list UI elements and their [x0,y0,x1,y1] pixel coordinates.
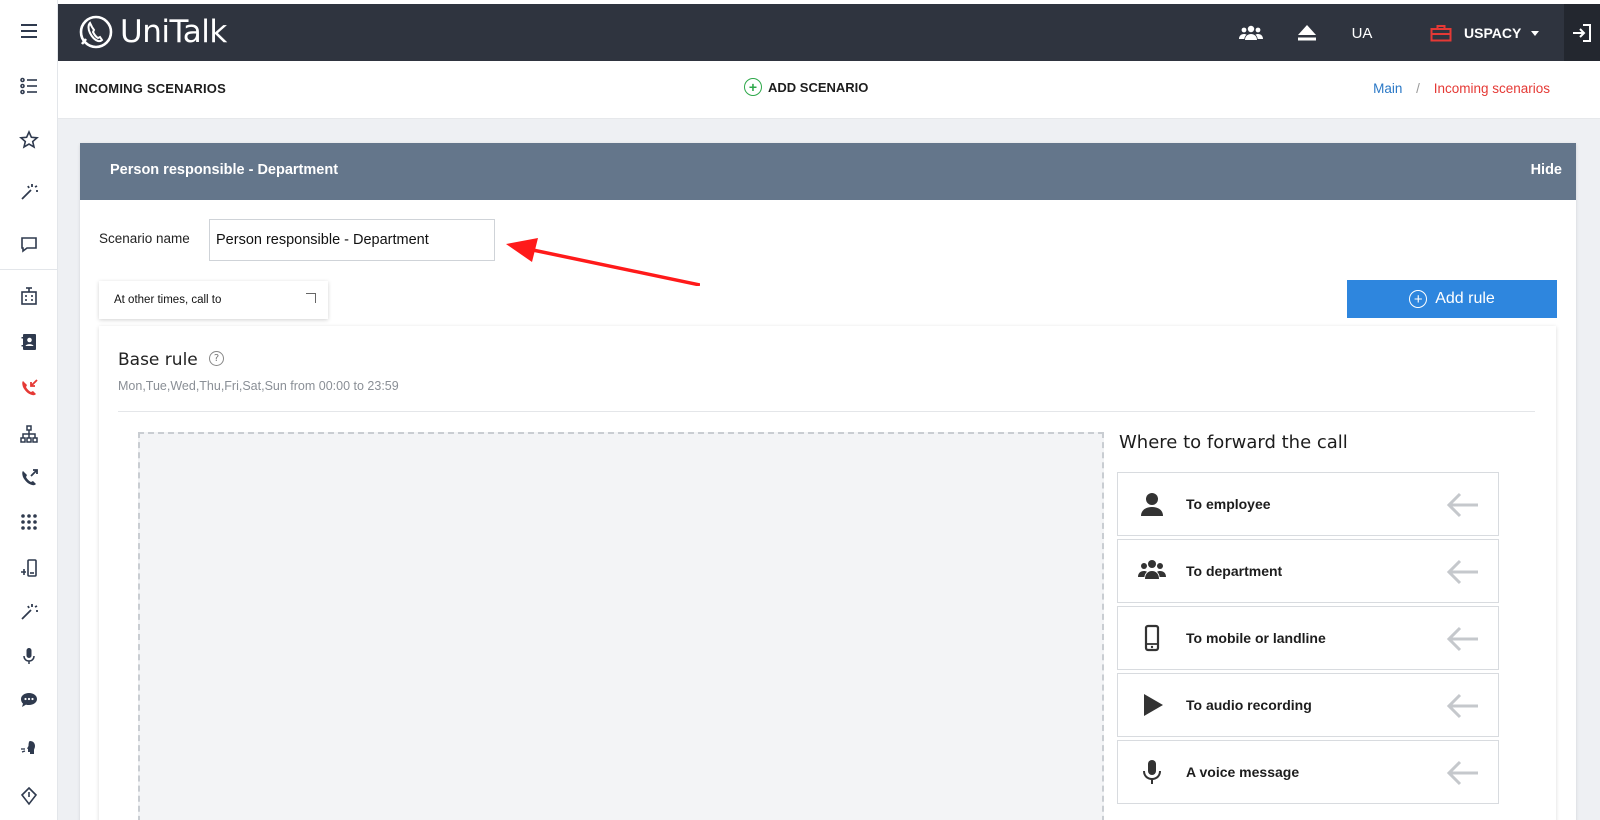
add-circle-icon: + [1409,290,1428,308]
forward-to-mobile[interactable]: To mobile or landline [1117,606,1499,670]
other-times-dropdown[interactable]: At other times, call to [99,281,328,319]
arrow-left-icon [1446,492,1478,518]
microphone-icon [1118,758,1186,786]
forward-to-audio-recording[interactable]: To audio recording [1117,673,1499,737]
star-icon[interactable] [0,120,58,160]
help-icon[interactable]: ? [209,351,224,366]
breadcrumb-separator: / [1416,81,1420,96]
hierarchy-icon[interactable] [0,414,58,454]
other-times-label: At other times, call to [114,294,222,306]
logout-icon [1573,23,1591,42]
eject-icon[interactable] [1290,16,1324,50]
annotation-arrow-icon [506,238,700,286]
magic-wand-icon[interactable] [0,172,58,212]
scenario-drop-zone[interactable] [138,432,1104,820]
logo-mark-icon [79,15,113,49]
language-label: UA [1351,24,1373,42]
scenario-name-label: Scenario name [99,231,190,246]
scenario-name-input[interactable] [209,219,495,261]
add-scenario-label: ADD SCENARIO [768,79,869,95]
company-name: USPACY [1464,25,1522,41]
page-title: INCOMING SCENARIOS [75,81,226,96]
logo-text: UniTalk [120,14,227,50]
play-icon [1118,691,1186,719]
forward-item-label: To employee [1186,496,1271,512]
apps-grid-icon[interactable] [0,502,58,542]
corner-arrow-icon [306,293,316,303]
arrow-left-icon [1446,559,1478,585]
breadcrumb-main-link[interactable]: Main [1373,81,1402,96]
phone-transfer-icon[interactable] [0,548,58,588]
language-switcher[interactable]: UA [1342,16,1382,50]
mobile-phone-icon [1118,624,1186,652]
list-icon[interactable] [0,66,58,106]
company-selector[interactable]: USPACY [1430,16,1540,50]
incoming-call-icon[interactable] [0,368,58,408]
menu-toggle-icon[interactable] [0,11,58,51]
office-building-icon[interactable] [0,276,58,316]
alert-shield-icon[interactable] [0,776,58,816]
magic-wand-icon-2[interactable] [0,592,58,632]
arrow-left-icon [1446,693,1478,719]
left-sidebar [0,0,58,820]
forward-item-label: To department [1186,563,1283,579]
forward-voice-message[interactable]: A voice message [1117,740,1499,804]
forward-to-employee[interactable]: To employee [1117,472,1499,536]
app-logo[interactable]: UniTalk [76,12,227,52]
rule-schedule: Mon,Tue,Wed,Thu,Fri,Sat,Sun from 00:00 t… [118,379,399,393]
panel-title: Person responsible - Department [110,162,339,178]
page-header: INCOMING SCENARIOS + ADD SCENARIO Main /… [58,61,1600,119]
breadcrumb-current: Incoming scenarios [1433,81,1550,96]
briefcase-icon [1430,25,1452,42]
forward-item-label: To audio recording [1186,697,1312,713]
contact-book-icon[interactable] [0,322,58,362]
scenario-panel: Person responsible - Department Hide Sce… [80,143,1576,820]
forward-to-department[interactable]: To department [1117,539,1499,603]
team-icon[interactable] [1234,16,1268,50]
hide-button[interactable]: Hide [1531,162,1562,178]
rule-divider [118,411,1535,412]
base-rule-card: Base rule ? Mon,Tue,Wed,Thu,Fri,Sat,Sun … [99,326,1556,820]
microphone-icon[interactable] [0,636,58,676]
arrow-left-icon [1446,626,1478,652]
chevron-down-icon [1531,30,1540,36]
add-rule-label: Add rule [1435,290,1495,307]
speaking-head-icon[interactable] [0,728,58,768]
forward-item-label: A voice message [1186,764,1300,780]
chat-bubble-icon[interactable] [0,224,58,264]
arrow-left-icon [1446,760,1478,786]
group-icon [1118,557,1186,585]
forward-title: Where to forward the call [1119,432,1348,453]
sidebar-divider [0,269,57,270]
forward-item-label: To mobile or landline [1186,630,1326,646]
breadcrumb: Main / Incoming scenarios [1373,81,1550,96]
chat-dots-icon[interactable] [0,680,58,720]
rule-title: Base rule [118,350,198,370]
logout-button[interactable] [1564,4,1600,61]
add-scenario-button[interactable]: + ADD SCENARIO [744,78,868,96]
top-navbar: UniTalk UA USPACY [58,4,1600,61]
add-rule-button[interactable]: + Add rule [1347,280,1557,318]
add-circle-icon: + [744,78,762,96]
outgoing-call-icon[interactable] [0,458,58,498]
panel-header: Person responsible - Department Hide [80,143,1576,200]
person-icon [1118,490,1186,518]
